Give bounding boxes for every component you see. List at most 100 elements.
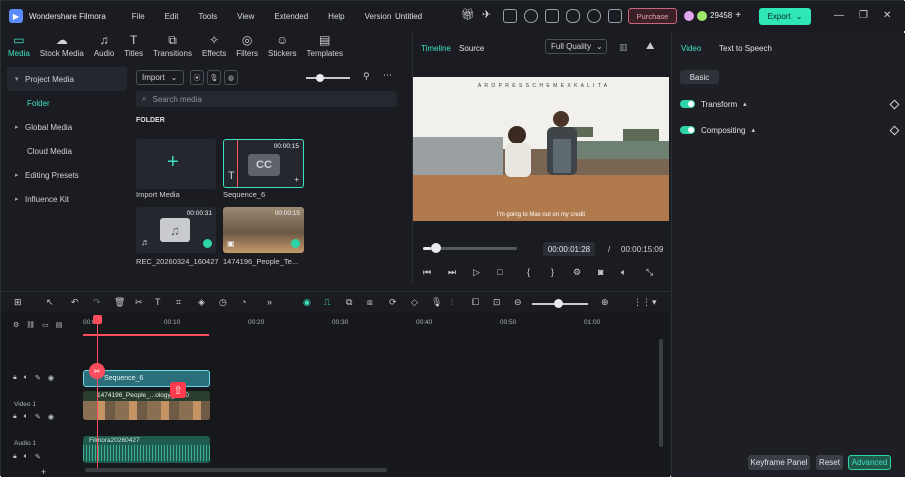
volume-icon[interactable]: 🔈︎	[24, 374, 28, 382]
mute-icon[interactable]: ✎	[35, 453, 41, 461]
quality-select[interactable]: Full Quality ⌄	[545, 39, 607, 54]
split-scissors-icon[interactable]: ✂	[135, 297, 143, 308]
replace-icon[interactable]: ⧈	[367, 297, 373, 308]
minimize-icon[interactable]: —	[834, 10, 844, 21]
tab-timeline-preview[interactable]: Timeline	[421, 44, 451, 53]
compositing-toggle[interactable]	[680, 126, 695, 134]
compositing-row[interactable]: Compositing ▴	[680, 123, 900, 137]
close-icon[interactable]: ✕	[883, 10, 891, 21]
export-button[interactable]: Export ⌄	[759, 8, 811, 25]
render-settings-icon[interactable]: ⚙	[573, 267, 581, 278]
sidebar-item-global-media[interactable]: ▸ Global Media	[7, 115, 127, 139]
preview-icon[interactable]: ▭	[42, 321, 49, 329]
tab-source-preview[interactable]: Source	[459, 44, 484, 53]
previous-frame-icon[interactable]: ⏮	[423, 267, 431, 278]
mark-in-icon[interactable]: {	[527, 267, 530, 277]
snap-icon[interactable]: ⎍	[324, 297, 330, 308]
keyframe-panel-button[interactable]: Keyframe Panel	[748, 455, 810, 470]
eye-icon[interactable]: ◉	[48, 413, 54, 421]
duration-icon[interactable]: ◔	[241, 297, 246, 307]
info-icon[interactable]	[524, 9, 538, 23]
tab-titles[interactable]: T Titles	[124, 33, 143, 63]
shield-icon[interactable]: ◇	[411, 297, 418, 308]
sidebar-item-cloud-media[interactable]: Cloud Media	[7, 139, 127, 163]
caret-up-icon[interactable]: ▴	[751, 126, 755, 134]
tab-transitions[interactable]: ⧉ Transitions	[153, 33, 192, 63]
transform-toggle[interactable]	[680, 100, 695, 108]
import-media-tile[interactable]: +	[136, 139, 216, 189]
keyframe-diamond-icon[interactable]	[889, 99, 900, 109]
sidebar-item-editing-presets[interactable]: ▸ Editing Presets	[7, 163, 127, 187]
video-clip[interactable]: 1474196_People_...ology_1080	[83, 391, 210, 420]
save-icon[interactable]	[545, 9, 559, 23]
zoom-in-icon[interactable]: ⊕	[601, 297, 609, 308]
filter-icon[interactable]: ⚲	[363, 71, 370, 82]
media-item-audio[interactable]: 00:00:31 ♫ ♬	[136, 207, 216, 253]
keyframe-diamond-icon[interactable]	[889, 125, 900, 135]
zoom-knob[interactable]	[554, 299, 563, 308]
lock-icon[interactable]: 🔒︎	[13, 374, 17, 382]
add-to-timeline-icon[interactable]: +	[294, 175, 299, 184]
basic-tab-button[interactable]: Basic	[680, 70, 719, 84]
menu-extended[interactable]: Extended	[274, 12, 308, 21]
speed-icon[interactable]: ◷	[219, 297, 227, 308]
timeline-vertical-scrollbar[interactable]	[659, 339, 663, 447]
marker-icon[interactable]: ⧉	[346, 297, 352, 308]
advanced-button[interactable]: Advanced	[848, 455, 891, 470]
avatar[interactable]	[684, 10, 694, 21]
current-time[interactable]: 00:00:01:28	[543, 242, 595, 256]
undo-icon[interactable]: ↶	[71, 297, 79, 308]
lock-icon[interactable]: ▤	[56, 321, 63, 329]
sidebar-item-folder[interactable]: Folder	[7, 91, 127, 115]
fullscreen-icon[interactable]: ⤡	[646, 267, 653, 278]
volume-icon[interactable]: 🔈︎	[621, 267, 626, 278]
settings-icon[interactable]: ⚙	[13, 321, 19, 329]
fit-icon[interactable]: ⊡	[493, 297, 501, 308]
tab-effects[interactable]: ✧ Effects	[202, 33, 226, 63]
slider-knob[interactable]	[316, 74, 324, 82]
cloud-icon[interactable]	[566, 9, 580, 23]
more-options-icon[interactable]: ⋯	[383, 70, 392, 81]
snapshot-icon[interactable]: ◙	[598, 267, 603, 277]
crop-icon[interactable]: ⌗	[176, 297, 181, 308]
menu-help[interactable]: Help	[328, 12, 344, 21]
send-icon[interactable]: ✈	[482, 9, 496, 23]
grid-view-icon[interactable]: ▥	[619, 42, 628, 53]
tab-stock-media[interactable]: ☁ Stock Media	[40, 33, 84, 63]
template-icon[interactable]	[503, 9, 517, 23]
audio-clip[interactable]: Filmora20260427	[83, 436, 210, 463]
menu-edit[interactable]: Edit	[165, 12, 179, 21]
playhead[interactable]	[97, 317, 98, 469]
volume-icon[interactable]: 🔈︎	[24, 453, 28, 461]
tab-audio[interactable]: ♫ Audio	[94, 33, 114, 63]
color-match-icon[interactable]: ◈	[198, 297, 205, 308]
delete-icon[interactable]: 🗑︎	[114, 297, 125, 308]
media-item-sequence[interactable]: 00:00:15 CC T +	[223, 139, 304, 188]
redo-icon[interactable]: ↷	[93, 297, 101, 308]
message-icon[interactable]	[608, 9, 622, 23]
video-preview[interactable]: A R O P R E S S C H E M E X K A L I T A …	[413, 77, 669, 221]
auto-ripple-icon[interactable]: ⟳	[389, 297, 397, 308]
snapshot-image-icon[interactable]: ⛰	[646, 41, 654, 52]
link-icon[interactable]: ⛓	[26, 321, 35, 329]
timeline-horizontal-scrollbar[interactable]	[85, 468, 387, 472]
caret-up-icon[interactable]: ▴	[743, 100, 747, 108]
reset-button[interactable]: Reset	[816, 455, 843, 470]
pip-icon[interactable]: ⧠	[472, 297, 479, 308]
tab-stickers[interactable]: ☺ Stickers	[268, 33, 296, 63]
volume-icon[interactable]: 🔈︎	[24, 413, 28, 421]
restore-icon[interactable]: ❐	[859, 10, 868, 21]
lock-icon[interactable]: 🔒︎	[13, 453, 17, 461]
tab-filters[interactable]: ◎ Filters	[236, 33, 258, 63]
ai-image-icon[interactable]: ◍	[224, 70, 238, 85]
playback-scrubber[interactable]	[431, 243, 441, 253]
ai-assistant-icon[interactable]: ◉	[303, 297, 311, 308]
tab-media[interactable]: ▭ Media	[8, 33, 30, 63]
gift-icon[interactable]: 🎁︎	[461, 9, 475, 23]
media-item-video[interactable]: 00:00:15 ▣	[223, 207, 304, 253]
play-icon[interactable]: ▷	[473, 267, 480, 278]
sidebar-item-project-media[interactable]: ▾ Project Media	[7, 67, 127, 91]
track-layout-icon[interactable]: ⋮⋮	[633, 297, 651, 308]
menu-version[interactable]: Version	[365, 12, 392, 21]
lock-icon[interactable]: 🔒︎	[13, 413, 17, 421]
